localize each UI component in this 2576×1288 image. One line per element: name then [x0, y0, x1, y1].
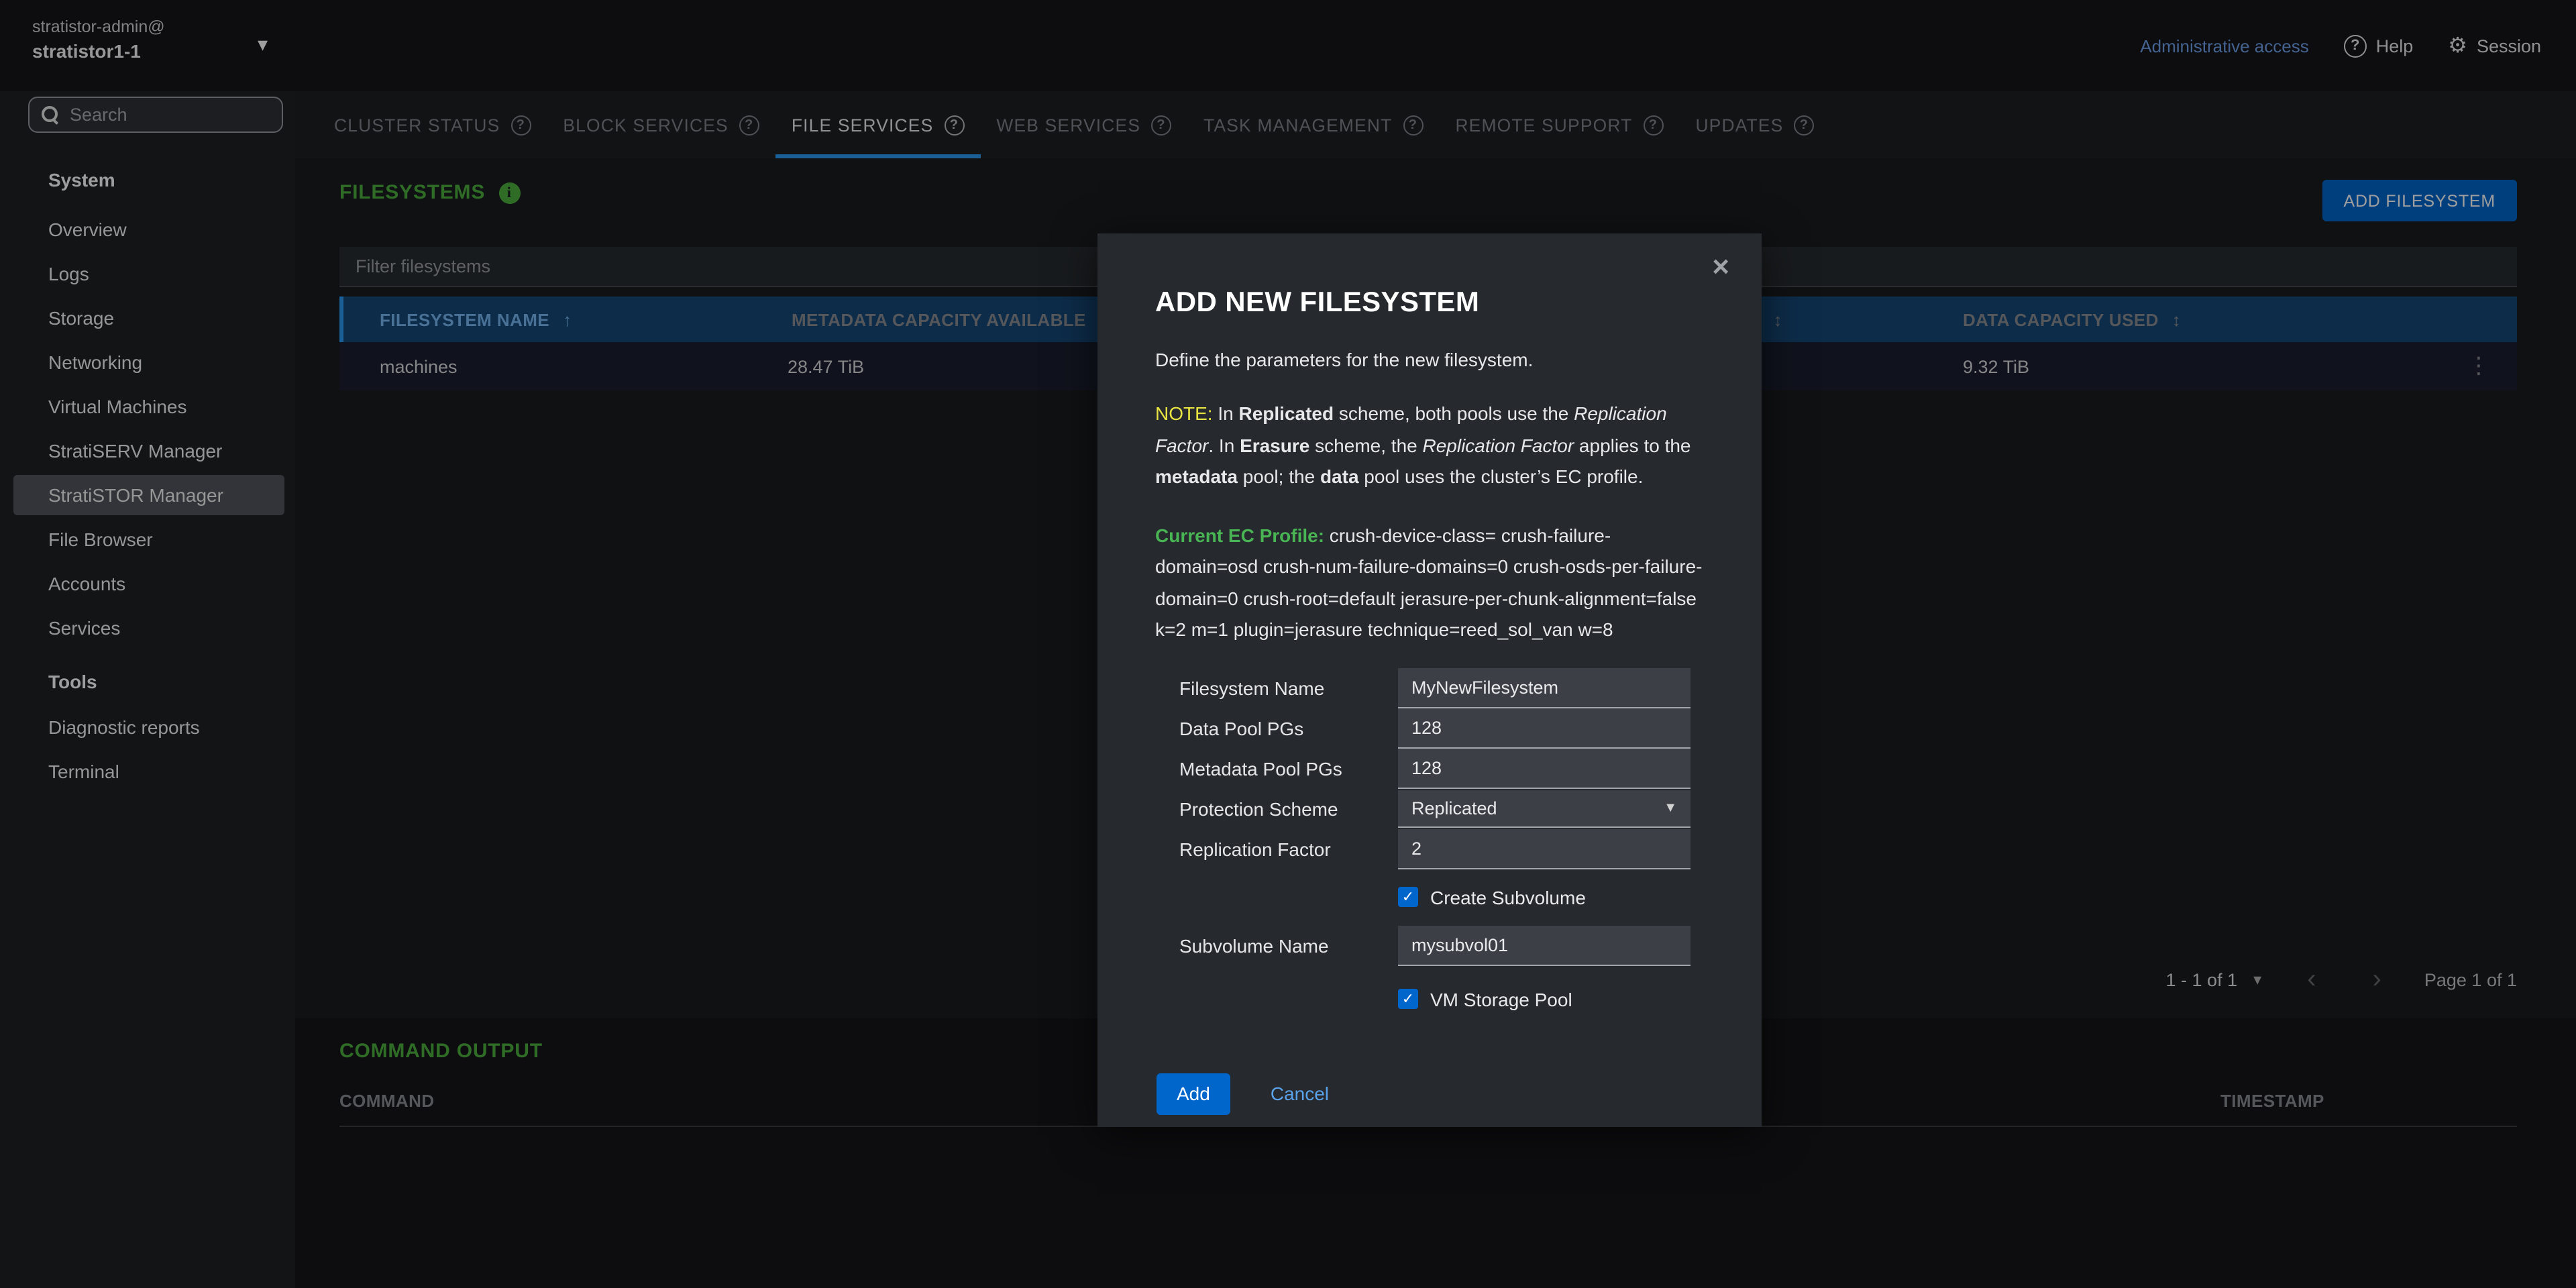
metadata-pool-pgs-label: Metadata Pool PGs — [1179, 748, 1342, 788]
form-row: Data Pool PGs — [1155, 708, 1704, 748]
create-subvolume-checkbox[interactable]: ✓ — [1398, 887, 1418, 907]
ec-profile-paragraph: Current EC Profile: crush-device-class= … — [1155, 520, 1704, 646]
cancel-button[interactable]: Cancel — [1271, 1083, 1329, 1104]
create-subvolume-row: ✓ Create Subvolume — [1398, 886, 1704, 908]
data-pool-pgs-field[interactable] — [1398, 708, 1690, 748]
data-pool-pgs-label: Data Pool PGs — [1179, 708, 1303, 748]
add-new-filesystem-modal: × ADD NEW FILESYSTEM Define the paramete… — [1097, 233, 1762, 1127]
form-row: Metadata Pool PGs — [1155, 748, 1704, 788]
filesystem-name-field[interactable] — [1398, 667, 1690, 708]
modal-subtitle: Define the parameters for the new filesy… — [1155, 349, 1704, 370]
metadata-pool-pgs-field[interactable] — [1398, 748, 1690, 788]
vm-storage-pool-label: VM Storage Pool — [1430, 988, 1572, 1010]
filesystem-name-label: Filesystem Name — [1179, 667, 1324, 708]
form-row: Protection Scheme Replicated ▼ — [1155, 788, 1704, 828]
add-button[interactable]: Add — [1157, 1073, 1230, 1114]
modal-title: ADD NEW FILESYSTEM — [1155, 287, 1704, 319]
form-row: Filesystem Name — [1155, 667, 1704, 708]
note-paragraph: NOTE: In Replicated scheme, both pools u… — [1155, 398, 1704, 493]
create-subvolume-label: Create Subvolume — [1430, 886, 1586, 908]
chevron-down-icon: ▼ — [1664, 800, 1677, 815]
filesystem-form: Filesystem Name Data Pool PGs Metadata P… — [1155, 667, 1704, 1114]
close-icon[interactable]: × — [1712, 252, 1729, 282]
subvolume-name-field[interactable] — [1398, 925, 1690, 965]
protection-scheme-label: Protection Scheme — [1179, 788, 1338, 828]
subvolume-name-label: Subvolume Name — [1179, 925, 1329, 965]
modal-actions: Add Cancel — [1157, 1073, 1704, 1114]
vm-storage-pool-checkbox[interactable]: ✓ — [1398, 989, 1418, 1009]
vm-storage-pool-row: ✓ VM Storage Pool — [1398, 988, 1704, 1010]
replication-factor-field[interactable] — [1398, 828, 1690, 869]
form-row: Subvolume Name — [1155, 925, 1704, 965]
form-row: Replication Factor — [1155, 828, 1704, 869]
protection-scheme-select[interactable]: Replicated ▼ — [1398, 790, 1690, 827]
application-window: stratistor-admin@ stratistor1-1 ▾ Admini… — [0, 0, 2576, 1288]
replication-factor-label: Replication Factor — [1179, 828, 1331, 869]
